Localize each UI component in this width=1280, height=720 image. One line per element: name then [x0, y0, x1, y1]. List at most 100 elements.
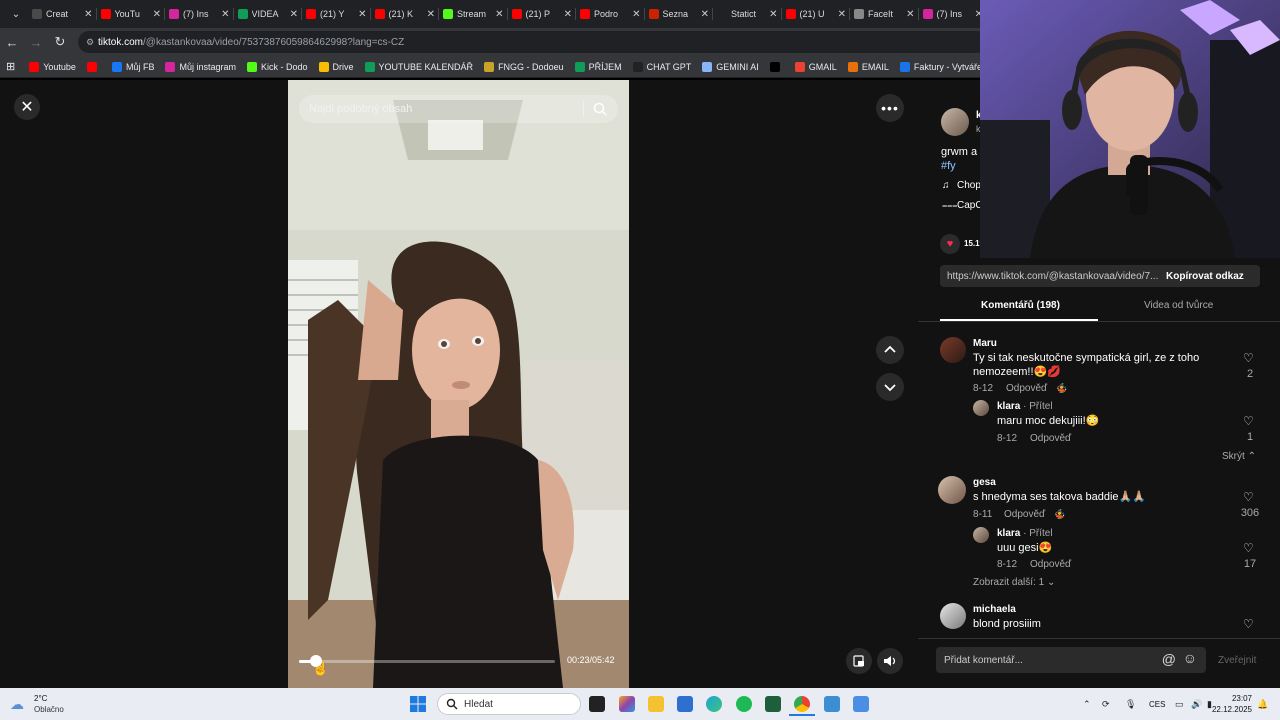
- sync-icon[interactable]: ⟳: [1102, 699, 1110, 710]
- video-progress-bar[interactable]: [299, 660, 555, 663]
- chrome-icon[interactable]: [794, 696, 810, 712]
- file-explorer-icon[interactable]: [648, 696, 664, 712]
- post-comment-button[interactable]: Zveřejnit: [1218, 655, 1256, 666]
- browser-tab[interactable]: (7) Ins ✕: [165, 2, 234, 26]
- bookmark[interactable]: EMAIL: [847, 61, 889, 72]
- bookmark[interactable]: Drive: [318, 61, 354, 72]
- reply-button[interactable]: Odpověď: [1006, 383, 1047, 394]
- reply-author-name[interactable]: klara: [997, 401, 1020, 412]
- browser-tab[interactable]: Stream ✕: [439, 2, 508, 26]
- bookmark[interactable]: Můj FB: [111, 61, 154, 72]
- capcut-link[interactable]: CapC: [957, 200, 983, 211]
- reply-avatar[interactable]: [973, 400, 989, 416]
- app-icon[interactable]: [765, 696, 781, 712]
- similar-content-search[interactable]: Najdi podobný obsah: [299, 95, 618, 123]
- hide-replies-button[interactable]: Skrýt ⌃: [1222, 451, 1256, 462]
- reload-button[interactable]: ↻: [48, 30, 72, 54]
- bookmark[interactable]: [86, 61, 101, 72]
- close-tab-icon[interactable]: ✕: [358, 9, 366, 20]
- close-tab-icon[interactable]: ✕: [632, 9, 640, 20]
- comment-avatar[interactable]: [940, 337, 966, 363]
- author-avatar[interactable]: [941, 108, 969, 136]
- comment-like-icon[interactable]: ♡: [1243, 541, 1254, 555]
- bookmark[interactable]: CHAT GPT: [632, 61, 691, 72]
- bookmark[interactable]: GMAIL: [794, 61, 837, 72]
- tab-search-button[interactable]: ⌄: [4, 4, 28, 24]
- reply-avatar[interactable]: [973, 527, 989, 543]
- music-link[interactable]: Chop: [957, 180, 981, 191]
- comment-like-icon[interactable]: ♡: [1243, 414, 1254, 428]
- language-indicator[interactable]: CES: [1149, 700, 1165, 709]
- photos-icon[interactable]: [824, 696, 840, 712]
- windows-start-icon[interactable]: [410, 696, 426, 712]
- clock-date[interactable]: 22.12.2025: [1210, 705, 1252, 714]
- browser-tab[interactable]: Podro ✕: [576, 2, 645, 26]
- reply-button[interactable]: Odpověď: [1004, 509, 1045, 520]
- bookmark[interactable]: Youtube: [29, 61, 76, 72]
- close-tab-icon[interactable]: ✕: [838, 9, 846, 20]
- close-tab-icon[interactable]: ✕: [427, 9, 435, 20]
- bookmark[interactable]: [769, 61, 784, 72]
- more-options-button[interactable]: •••: [876, 94, 904, 122]
- edge-icon[interactable]: [706, 696, 722, 712]
- show-more-replies-button[interactable]: Zobrazit další: 1 ⌄: [973, 577, 1055, 588]
- browser-tab[interactable]: (21) Y ✕: [302, 2, 371, 26]
- comment-input[interactable]: Přidat komentář... @ ☺: [936, 647, 1206, 673]
- browser-tab[interactable]: (21) K ✕: [371, 2, 440, 26]
- browser-tab[interactable]: Sezna ✕: [645, 2, 714, 26]
- bookmark[interactable]: GEMINI AI: [702, 61, 759, 72]
- network-icon[interactable]: ▭: [1175, 699, 1184, 710]
- tab-creator-videos[interactable]: Videa od tvůrce: [1144, 300, 1213, 311]
- bookmark[interactable]: FNGG - Dodoeu: [484, 61, 564, 72]
- apps-icon[interactable]: ⊞: [6, 60, 15, 73]
- taskbar-search[interactable]: Hledat: [437, 693, 581, 715]
- browser-tab[interactable]: Creat ✕: [28, 2, 97, 26]
- comment-like-icon[interactable]: ♡: [1243, 617, 1254, 631]
- video-player[interactable]: [288, 80, 629, 688]
- browser-tab[interactable]: VIDEA ✕: [234, 2, 303, 26]
- reply-author-name[interactable]: klara: [997, 528, 1020, 539]
- outlook-icon[interactable]: [677, 696, 693, 712]
- bookmark[interactable]: Kick - Dodo: [246, 61, 308, 72]
- comment-avatar[interactable]: [940, 603, 966, 629]
- close-tab-icon[interactable]: ✕: [84, 9, 92, 20]
- share-link-url[interactable]: https://www.tiktok.com/@kastankovaa/vide…: [940, 271, 1162, 282]
- clock-time[interactable]: 23:07: [1210, 694, 1252, 703]
- bookmark[interactable]: Faktury - Vytváření: [899, 61, 990, 72]
- reply-author[interactable]: klara · Přítel: [997, 528, 1053, 539]
- bookmark[interactable]: Můj instagram: [165, 61, 236, 72]
- comment-author[interactable]: gesa: [973, 477, 996, 488]
- close-tab-icon[interactable]: ✕: [701, 9, 709, 20]
- browser-tab[interactable]: Statict ✕: [713, 2, 782, 26]
- browser-tab[interactable]: FaceIt ✕: [850, 2, 919, 26]
- close-tab-icon[interactable]: ✕: [221, 9, 229, 20]
- next-video-button[interactable]: [876, 373, 904, 401]
- notification-icon[interactable]: 🔔: [1257, 699, 1268, 710]
- comment-avatar[interactable]: [938, 476, 966, 504]
- microphone-icon[interactable]: 🎙: [1125, 699, 1136, 710]
- comment-like-icon[interactable]: ♡: [1243, 351, 1254, 365]
- close-video-button[interactable]: ✕: [14, 94, 40, 120]
- cloud-icon[interactable]: ☁: [10, 696, 24, 713]
- emoji-icon[interactable]: ☺: [1183, 650, 1197, 666]
- site-info-icon[interactable]: ⚙: [86, 37, 98, 48]
- volume-button[interactable]: [877, 648, 903, 674]
- browser-tab[interactable]: (21) P ✕: [508, 2, 577, 26]
- like-button[interactable]: ♥: [940, 234, 960, 254]
- floating-player-button[interactable]: [846, 648, 872, 674]
- chevron-up-icon[interactable]: ⌃: [1083, 699, 1091, 710]
- tab-comments[interactable]: Komentářů (198): [981, 300, 1060, 311]
- previous-video-button[interactable]: [876, 336, 904, 364]
- weather-temperature[interactable]: 2°C: [34, 694, 47, 703]
- bookmark[interactable]: YOUTUBE KALENDÁŘ: [364, 61, 473, 72]
- comment-like-icon[interactable]: ♡: [1243, 490, 1254, 504]
- close-tab-icon[interactable]: ✕: [564, 9, 572, 20]
- reply-button[interactable]: Odpověď: [1030, 559, 1071, 570]
- back-button[interactable]: ←: [0, 30, 24, 54]
- calculator-icon[interactable]: [853, 696, 869, 712]
- copilot-icon[interactable]: [619, 696, 635, 712]
- close-tab-icon[interactable]: ✕: [906, 9, 914, 20]
- close-tab-icon[interactable]: ✕: [769, 9, 777, 20]
- close-tab-icon[interactable]: ✕: [290, 9, 298, 20]
- close-tab-icon[interactable]: ✕: [153, 9, 161, 20]
